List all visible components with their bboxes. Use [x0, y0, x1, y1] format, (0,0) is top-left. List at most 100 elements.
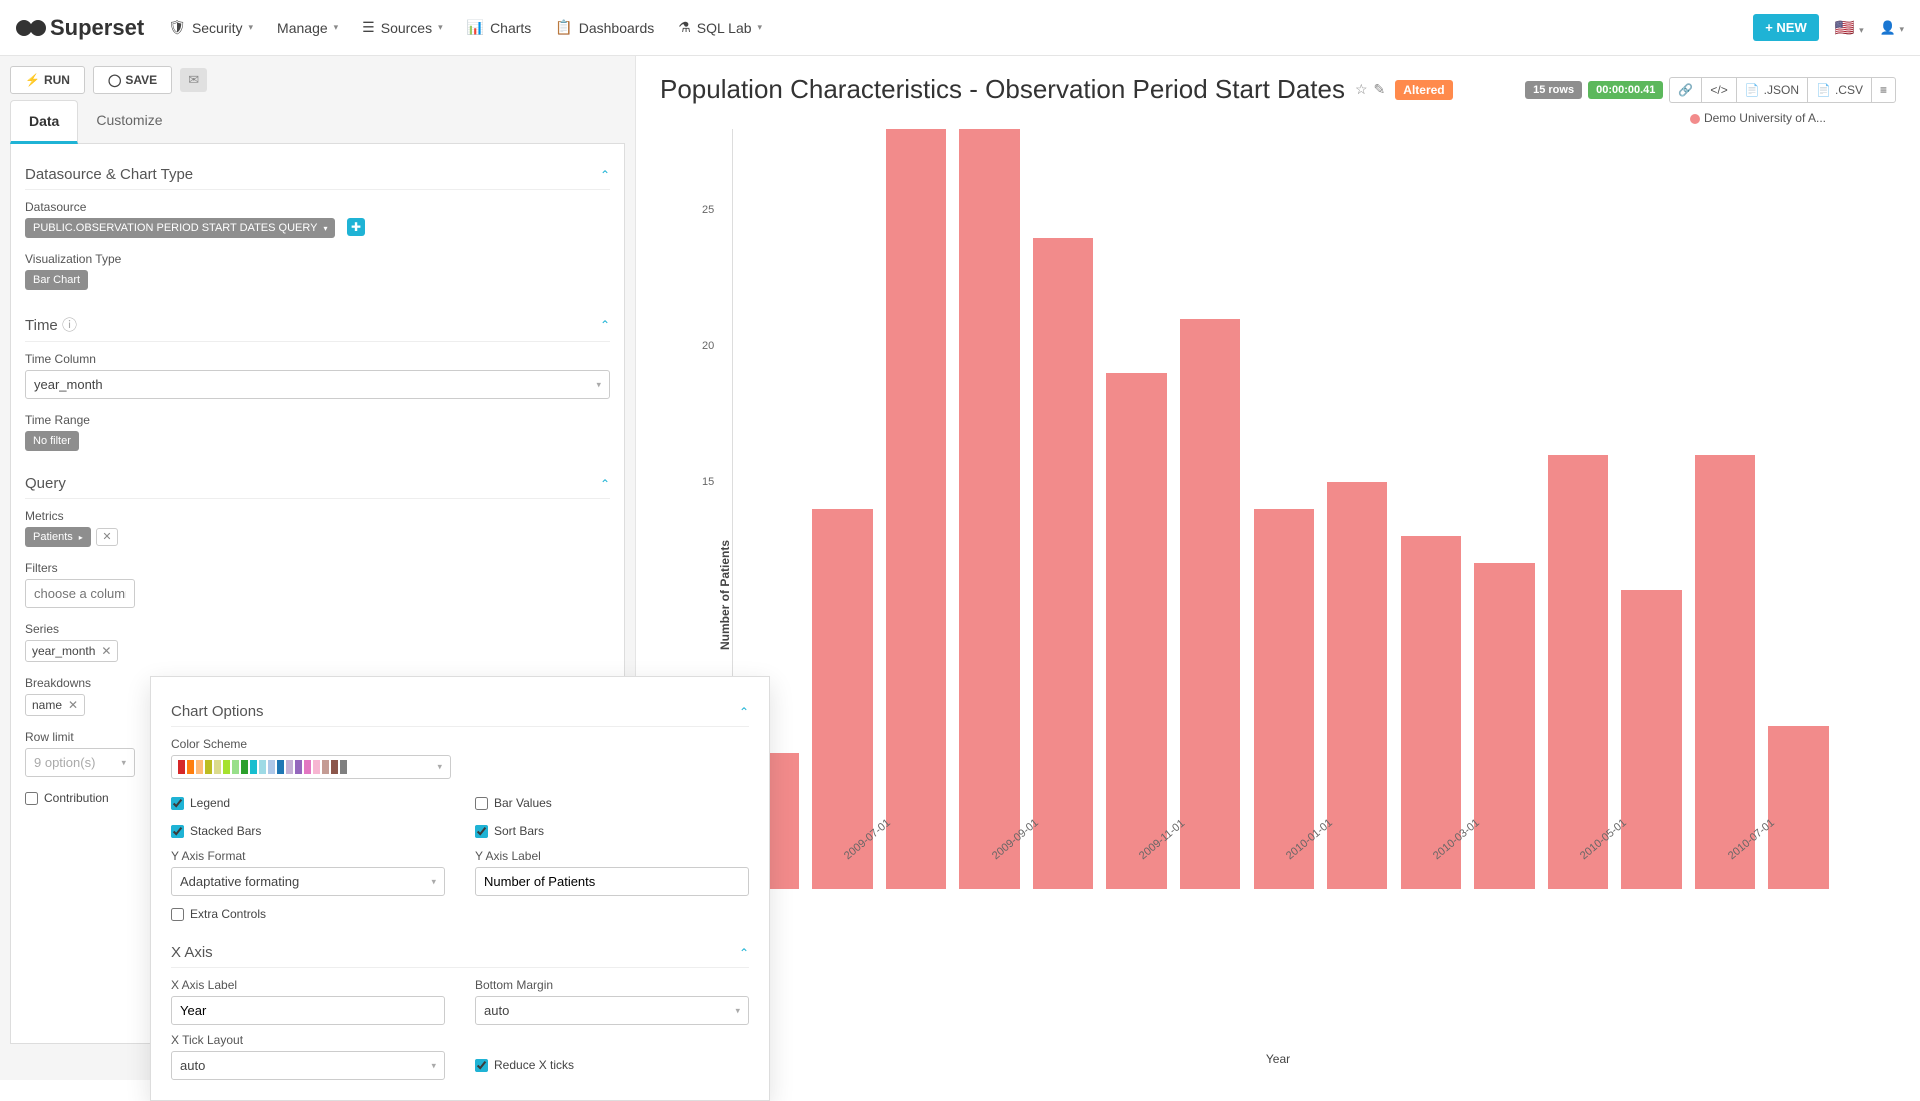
tab-customize[interactable]: Customize: [78, 100, 180, 143]
bar-values-checkbox[interactable]: [475, 797, 488, 810]
export-button-group: 🔗 </> 📄.JSON 📄.CSV ≡: [1669, 77, 1896, 103]
color-scheme-select[interactable]: [171, 755, 451, 779]
y-tick-label: 25: [702, 204, 714, 216]
save-button[interactable]: ◯SAVE: [93, 66, 172, 94]
metric-remove[interactable]: ✕: [96, 528, 117, 546]
time-range-select[interactable]: No filter: [25, 431, 79, 451]
menu-button[interactable]: ≡: [1871, 77, 1896, 103]
link-button[interactable]: 🔗: [1669, 77, 1701, 103]
save-icon: ◯: [108, 73, 121, 87]
bar[interactable]: [886, 129, 946, 889]
filters-input[interactable]: [25, 579, 135, 608]
star-icon[interactable]: ☆: [1355, 81, 1368, 98]
csv-button[interactable]: 📄.CSV: [1807, 77, 1871, 103]
rows-badge: 15 rows: [1525, 81, 1582, 99]
breakdowns-chip[interactable]: name✕: [25, 694, 85, 716]
nav-dashboards[interactable]: 📋Dashboards: [555, 19, 654, 36]
json-button[interactable]: 📄.JSON: [1736, 77, 1807, 103]
tab-data[interactable]: Data: [10, 100, 78, 144]
datasource-select[interactable]: PUBLIC.OBSERVATION PERIOD START DATES QU…: [25, 218, 335, 238]
nav-security[interactable]: 🛡Security▾: [168, 19, 253, 36]
sort-bars-checkbox[interactable]: [475, 825, 488, 838]
database-icon: ☰: [362, 19, 375, 36]
bottom-margin-select[interactable]: auto: [475, 996, 749, 1025]
nav-sqllab[interactable]: ⚗SQL Lab▾: [678, 19, 762, 36]
chart-legend[interactable]: Demo University of A...: [660, 111, 1896, 125]
bar[interactable]: [1106, 373, 1166, 889]
new-button[interactable]: + NEW: [1753, 14, 1819, 41]
bar[interactable]: [1548, 455, 1608, 889]
bar-values-checkbox-row[interactable]: Bar Values: [475, 796, 749, 810]
bar[interactable]: [959, 129, 1019, 889]
run-button[interactable]: ⚡RUN: [10, 66, 85, 94]
series-chip[interactable]: year_month✕: [25, 640, 118, 662]
nav-charts[interactable]: 📊Charts: [467, 19, 532, 36]
user-menu[interactable]: 👤 ▾: [1880, 20, 1904, 36]
stacked-bars-checkbox[interactable]: [171, 825, 184, 838]
reduce-x-ticks-checkbox[interactable]: [475, 1059, 488, 1072]
locale-flag[interactable]: 🇺🇸 ▾: [1835, 18, 1864, 38]
row-limit-select[interactable]: 9 option(s): [25, 748, 135, 777]
bolt-icon: ⚡: [25, 73, 40, 87]
y-axis-format-select[interactable]: Adaptative formating: [171, 867, 445, 896]
stacked-bars-checkbox-row[interactable]: Stacked Bars: [171, 824, 445, 838]
y-axis-format-label: Y Axis Format: [171, 849, 445, 863]
remove-icon[interactable]: ✕: [101, 644, 111, 658]
bar[interactable]: [1621, 590, 1681, 889]
bar[interactable]: [1695, 455, 1755, 889]
bar[interactable]: [1033, 238, 1093, 889]
brand-text: Superset: [50, 15, 144, 41]
chevron-down-icon: ▾: [249, 22, 254, 33]
bar[interactable]: [1474, 563, 1534, 889]
altered-badge[interactable]: Altered: [1395, 80, 1452, 100]
legend-checkbox-row[interactable]: Legend: [171, 796, 445, 810]
viz-type-select[interactable]: Bar Chart: [25, 270, 88, 290]
nav-items: 🛡Security▾ Manage▾ ☰Sources▾ 📊Charts 📋Da…: [168, 19, 1753, 36]
chart-options-header[interactable]: Chart Options⌃: [171, 693, 749, 727]
panel-tabs: Data Customize: [10, 100, 625, 144]
nav-sources[interactable]: ☰Sources▾: [362, 19, 442, 36]
color-swatch: [196, 760, 203, 774]
nav-manage[interactable]: Manage▾: [277, 19, 338, 36]
info-icon: ⓘ: [62, 317, 77, 334]
bar[interactable]: [1180, 319, 1240, 889]
x-tick-layout-select[interactable]: auto: [171, 1051, 445, 1080]
x-axis-label-input[interactable]: [171, 996, 445, 1025]
email-report-button[interactable]: ✉: [180, 68, 207, 92]
datasource-edit-button[interactable]: ✚: [347, 218, 365, 236]
section-time-header[interactable]: Time ⓘ⌃: [25, 304, 610, 342]
explore-left-panel: ⚡RUN ◯SAVE ✉ Data Customize Datasource &…: [0, 56, 636, 1080]
time-range-label: Time Range: [25, 413, 610, 427]
bar[interactable]: [812, 509, 872, 889]
chevron-up-icon: ⌃: [600, 168, 610, 182]
chevron-down-icon: ▾: [438, 22, 443, 33]
y-tick-label: 15: [702, 476, 714, 488]
color-swatch: [304, 760, 311, 774]
dashboard-icon: 📋: [555, 19, 572, 36]
bar[interactable]: [1254, 509, 1314, 889]
edit-icon[interactable]: ✎: [1374, 81, 1386, 98]
chart-options-popup: Chart Options⌃ Color Scheme Legend Bar V…: [150, 676, 770, 1101]
chevron-up-icon: ⌃: [739, 946, 749, 960]
section-datasource-header[interactable]: Datasource & Chart Type⌃: [25, 156, 610, 190]
x-axis-header[interactable]: X Axis⌃: [171, 934, 749, 968]
link-icon: 🔗: [1678, 83, 1693, 97]
y-axis-label-input[interactable]: [475, 867, 749, 896]
legend-checkbox[interactable]: [171, 797, 184, 810]
bar[interactable]: [1327, 482, 1387, 889]
sort-bars-checkbox-row[interactable]: Sort Bars: [475, 824, 749, 838]
reduce-x-ticks-row[interactable]: Reduce X ticks: [475, 1053, 749, 1077]
contribution-checkbox[interactable]: [25, 792, 38, 805]
brand-logo[interactable]: Superset: [16, 15, 144, 41]
remove-icon[interactable]: ✕: [68, 698, 78, 712]
color-swatch: [340, 760, 347, 774]
color-swatch: [268, 760, 275, 774]
time-column-select[interactable]: year_month: [25, 370, 610, 399]
plot-area: 2009-07-012009-09-012009-11-012010-01-01…: [732, 129, 1836, 889]
extra-controls-checkbox[interactable]: [171, 908, 184, 921]
metric-chip[interactable]: Patients▸: [25, 527, 91, 547]
extra-controls-checkbox-row[interactable]: Extra Controls: [171, 907, 749, 921]
y-tick-label: 20: [702, 340, 714, 352]
section-query-header[interactable]: Query⌃: [25, 465, 610, 499]
embed-button[interactable]: </>: [1701, 77, 1735, 103]
